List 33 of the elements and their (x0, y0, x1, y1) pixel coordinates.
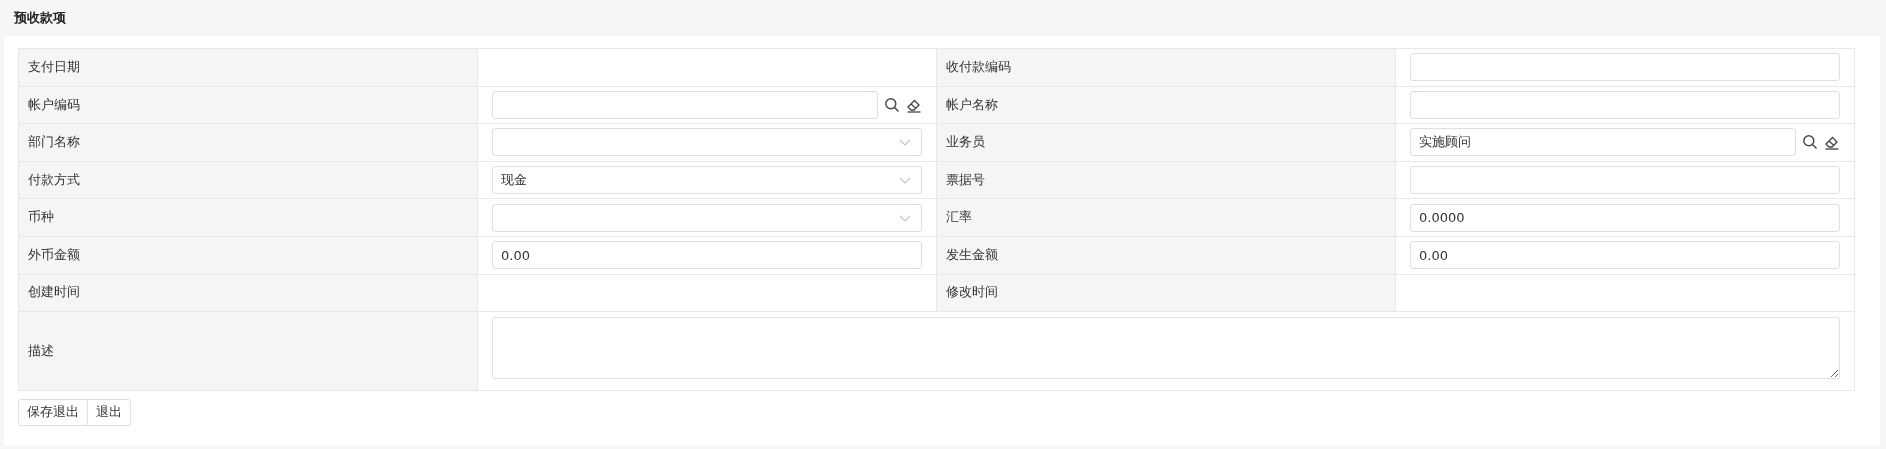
input-field[interactable] (1410, 90, 1840, 119)
dropdown-field[interactable] (492, 128, 922, 157)
field-label: 支付日期 (28, 58, 80, 74)
input-field[interactable]: 实施顾问 (1410, 128, 1796, 157)
section-title: 预收款项 (14, 8, 66, 27)
input-field[interactable] (492, 90, 878, 119)
input-field[interactable]: 0.00 (1410, 241, 1840, 270)
field-label: 发生金额 (946, 246, 998, 262)
field-label: 帐户名称 (946, 96, 998, 112)
field-label: 币种 (28, 209, 54, 225)
field-label: 描述 (28, 342, 54, 358)
field-label: 票据号 (946, 171, 985, 187)
button[interactable]: 退出 (88, 398, 131, 426)
input-field[interactable] (1410, 166, 1840, 195)
button[interactable]: 保存退出 (18, 398, 88, 426)
input-field[interactable]: 0.0000 (1410, 203, 1840, 232)
field-label: 汇率 (946, 209, 972, 225)
field-label: 收付款编码 (946, 58, 1011, 74)
field-label: 帐户编码 (28, 96, 80, 112)
field-label: 外币金额 (28, 246, 80, 262)
input-field[interactable] (1410, 53, 1840, 82)
field-label: 部门名称 (28, 134, 80, 150)
search-icon[interactable] (884, 96, 900, 113)
field-label: 付款方式 (28, 171, 80, 187)
dropdown-field[interactable]: 现金 (492, 166, 922, 195)
field-label: 创建时间 (28, 284, 80, 300)
field-label: 修改时间 (946, 284, 998, 300)
input-field[interactable]: 0.00 (492, 241, 922, 270)
description-field[interactable] (492, 317, 1840, 380)
dropdown-field[interactable] (492, 203, 922, 232)
search-icon[interactable] (1802, 134, 1818, 151)
eraser-icon[interactable] (1824, 134, 1840, 151)
field-label: 业务员 (946, 134, 985, 150)
